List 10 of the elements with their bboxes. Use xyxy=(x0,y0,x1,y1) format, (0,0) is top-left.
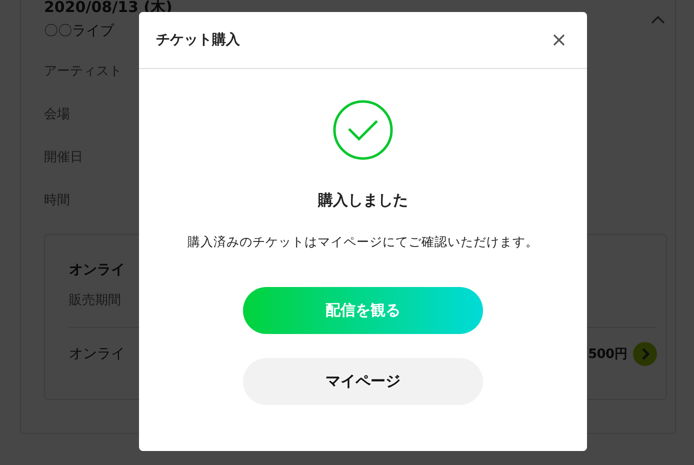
mypage-button[interactable]: マイページ xyxy=(243,358,483,405)
check-circle-icon xyxy=(333,100,393,160)
ticket-price: 500円 xyxy=(588,346,627,363)
ticket-name: オンライ xyxy=(69,345,125,363)
ticket-title: オンライ xyxy=(69,261,126,279)
venue-name: 〇〇ライブ xyxy=(44,22,114,40)
success-message: 購入済みのチケットはマイページにてご確認いただけます。 xyxy=(188,234,538,251)
close-icon[interactable] xyxy=(553,34,565,46)
success-heading: 購入しました xyxy=(318,191,408,210)
dialog-title: チケット購入 xyxy=(156,31,240,49)
